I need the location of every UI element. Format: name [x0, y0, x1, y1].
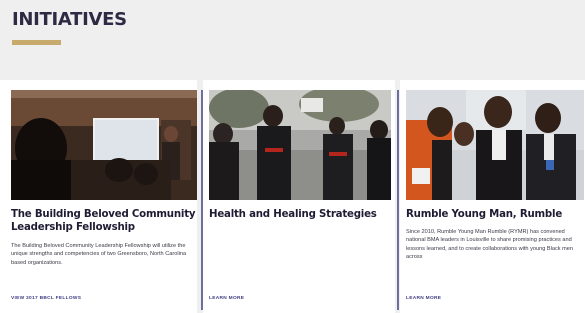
- view-fellows-link[interactable]: VIEW 2017 BBCL FELLOWS: [11, 296, 81, 301]
- learn-more-link[interactable]: LEARN MORE: [209, 296, 244, 301]
- card-title[interactable]: The Building Beloved Community Leadershi…: [11, 208, 197, 234]
- card-title[interactable]: Rumble Young Man, Rumble: [406, 208, 585, 221]
- card-divider: [397, 90, 399, 310]
- card-photo-four-men[interactable]: [406, 90, 584, 200]
- initiative-card-health-healing: Health and Healing Strategies LEARN MORE: [203, 80, 395, 313]
- learn-more-link[interactable]: LEARN MORE: [406, 296, 441, 301]
- card-description: The Building Beloved Community Leadershi…: [11, 243, 187, 266]
- card-description: Since 2010, Rumble Young Man Rumble (RYM…: [406, 229, 573, 260]
- heading-accent-rule: [12, 40, 61, 45]
- card-photo-walking-group[interactable]: [209, 90, 391, 200]
- section-heading: INITIATIVES: [12, 9, 127, 30]
- card-divider: [201, 90, 203, 310]
- initiatives-section: INITIATIVES The Building Beloved Communi…: [0, 0, 585, 313]
- initiatives-cards: The Building Beloved Community Leadershi…: [0, 80, 585, 313]
- card-photo-classroom[interactable]: [11, 90, 197, 200]
- initiative-card-rymr: Rumble Young Man, Rumble Since 2010, Rum…: [400, 80, 585, 313]
- initiative-card-bbcl: The Building Beloved Community Leadershi…: [0, 80, 197, 313]
- card-title[interactable]: Health and Healing Strategies: [209, 208, 393, 221]
